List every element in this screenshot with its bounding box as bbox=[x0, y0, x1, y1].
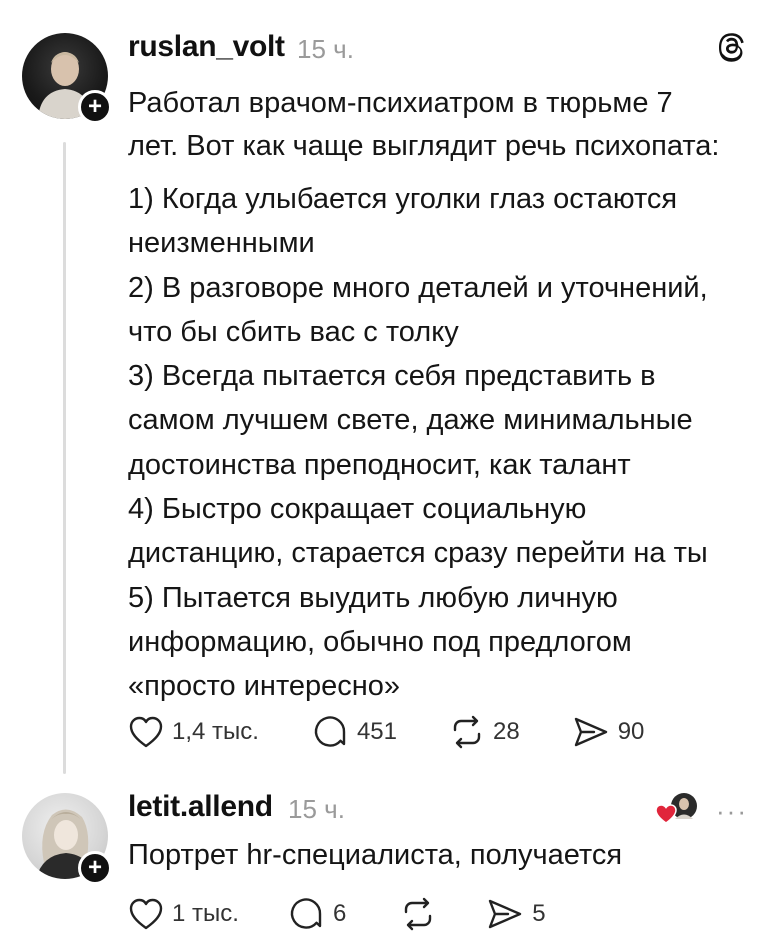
author-like-icon bbox=[655, 793, 697, 824]
share-icon bbox=[489, 899, 522, 929]
heart-icon bbox=[129, 898, 163, 930]
username[interactable]: letit.allend bbox=[128, 790, 273, 824]
repost-count: 28 bbox=[493, 718, 520, 745]
comment-count: 451 bbox=[356, 718, 397, 745]
comment-icon bbox=[314, 716, 346, 747]
threads-logo-icon[interactable] bbox=[716, 30, 748, 62]
comment-button[interactable]: 451 bbox=[313, 714, 397, 750]
post-list-text: 1) Когда улыбается уголки глаз остаются … bbox=[128, 183, 708, 703]
share-count: 90 bbox=[617, 718, 645, 745]
repost-button[interactable]: 28 bbox=[449, 714, 520, 750]
repost-icon bbox=[405, 897, 432, 931]
like-button[interactable]: 1,4 тыс. bbox=[128, 715, 259, 749]
comment-button[interactable]: 6 bbox=[289, 896, 346, 932]
follow-plus-icon[interactable]: + bbox=[78, 851, 112, 885]
share-count: 5 bbox=[532, 900, 546, 927]
share-button[interactable]: 5 bbox=[486, 897, 546, 931]
more-icon[interactable]: ··· bbox=[716, 796, 748, 827]
post-time: 15 ч. bbox=[297, 34, 354, 64]
like-count: 1 тыс. bbox=[172, 900, 239, 927]
follow-plus-icon[interactable]: + bbox=[78, 90, 112, 124]
like-button[interactable]: 1 тыс. bbox=[128, 897, 239, 931]
post-2-actions: 1 тыс. 6 5 bbox=[128, 896, 586, 932]
post-1-actions: 1,4 тыс. 451 28 90 bbox=[128, 714, 684, 750]
post-intro-text: Работал врачом-психиатром в тюрьме 7 лет… bbox=[128, 87, 720, 162]
share-button[interactable]: 90 bbox=[572, 715, 645, 749]
repost-button[interactable] bbox=[400, 896, 436, 932]
like-count: 1,4 тыс. bbox=[172, 718, 259, 745]
post-time: 15 ч. bbox=[288, 794, 345, 824]
liked-by-author-badge bbox=[654, 790, 700, 826]
reply-text: Портрет hr-специалиста, получается bbox=[128, 839, 623, 871]
username[interactable]: ruslan_volt bbox=[128, 30, 285, 64]
comment-count: 6 bbox=[332, 900, 347, 927]
share-icon bbox=[574, 717, 607, 747]
thread-line bbox=[63, 142, 66, 774]
heart-icon bbox=[129, 716, 163, 748]
comment-icon bbox=[290, 898, 322, 929]
repost-icon bbox=[453, 715, 481, 749]
